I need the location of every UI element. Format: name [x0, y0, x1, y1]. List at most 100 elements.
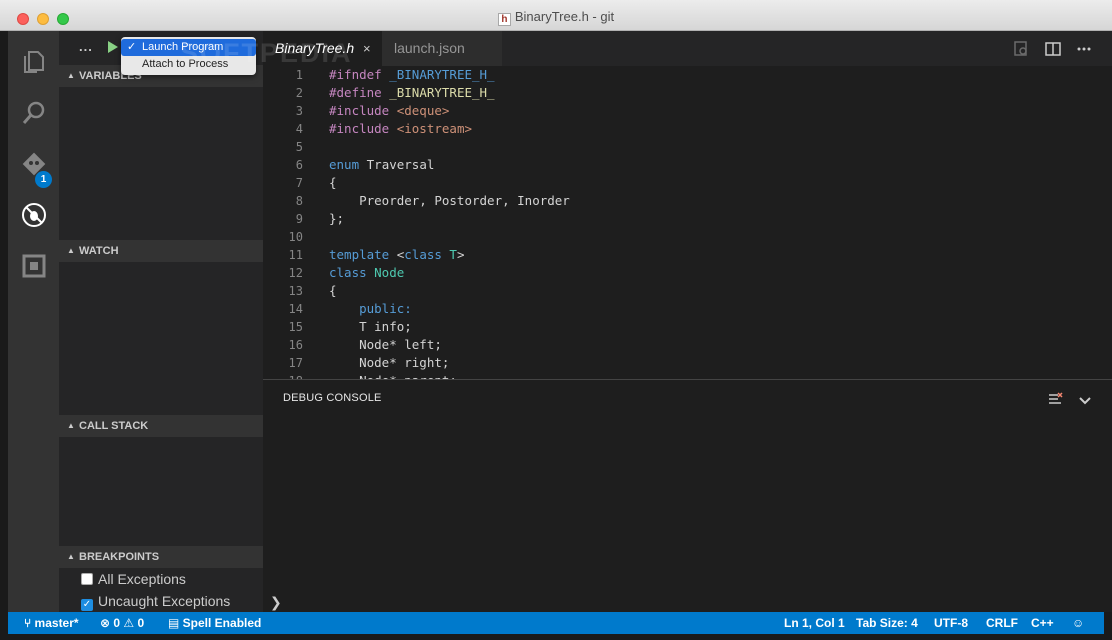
code-text: #include <deque>: [329, 102, 449, 120]
extensions-button[interactable]: [8, 240, 59, 290]
collapse-caret-icon: ▲: [67, 552, 75, 561]
code-line[interactable]: 18 Node* parent;: [263, 372, 1112, 379]
watch-section-header[interactable]: ▲ WATCH: [59, 240, 263, 262]
clear-console-icon[interactable]: [1047, 392, 1063, 408]
tab-size[interactable]: Tab Size: 4: [856, 612, 918, 634]
code-line[interactable]: 11 template <class T>: [263, 246, 1112, 264]
chevron-down-icon[interactable]: [1077, 392, 1093, 408]
code-line[interactable]: 1 #ifndef _BINARYTREE_H_: [263, 66, 1112, 84]
warning-count: 0: [137, 616, 145, 630]
error-count: 0: [113, 616, 121, 630]
line-number: 5: [295, 140, 303, 154]
editor-tabs: BinaryTree.h × launch.json: [263, 31, 1112, 66]
tab-launch-json[interactable]: launch.json: [382, 31, 502, 66]
code-text: T info;: [329, 318, 412, 336]
code-token: #define: [329, 85, 390, 100]
breakpoint-checkbox[interactable]: [81, 573, 93, 585]
code-text: #ifndef _BINARYTREE_H_: [329, 66, 495, 84]
line-ending[interactable]: CRLF: [986, 612, 1018, 634]
code-token: Node* right;: [329, 355, 450, 370]
code-line[interactable]: 13 {: [263, 282, 1112, 300]
code-line[interactable]: 15 T info;: [263, 318, 1112, 336]
search-button[interactable]: [8, 87, 59, 137]
window-frame-bottom: [0, 634, 1112, 640]
language-mode[interactable]: C++: [1031, 612, 1054, 634]
window-title-text: BinaryTree.h - git: [514, 9, 615, 24]
console-prompt-icon[interactable]: ❯: [270, 594, 282, 611]
call-stack-section-header[interactable]: ▲ CALL STACK: [59, 415, 263, 437]
code-line[interactable]: 8 Preorder, Postorder, Inorder: [263, 192, 1112, 210]
explorer-icon: [24, 51, 44, 73]
code-token: Preorder, Postorder, Inorder: [329, 193, 570, 208]
code-token: _BINARYTREE_H_: [389, 67, 495, 82]
window-title: h BinaryTree.h - git: [0, 9, 1112, 26]
line-number: 13: [288, 284, 303, 298]
more-actions-button[interactable]: ...: [79, 39, 93, 54]
watermark: SOFTPEDIA: [180, 38, 353, 68]
code-text: #include <iostream>: [329, 120, 472, 138]
header-file-icon: h: [497, 13, 511, 26]
split-editor-icon[interactable]: [1044, 40, 1062, 58]
code-line[interactable]: 17 Node* right;: [263, 354, 1112, 372]
cursor-position[interactable]: Ln 1, Col 1: [784, 612, 845, 634]
code-line[interactable]: 4 #include <iostream>: [263, 120, 1112, 138]
code-line[interactable]: 10: [263, 228, 1112, 246]
breakpoints-section-header[interactable]: ▲ BREAKPOINTS: [59, 546, 263, 568]
code-text: {: [329, 282, 337, 300]
feedback-smiley-icon[interactable]: ☺: [1072, 612, 1084, 634]
spell-check-status[interactable]: ▤ Spell Enabled: [168, 612, 261, 634]
extensions-icon: [22, 254, 46, 278]
line-number: 8: [295, 194, 303, 208]
code-text: Node* left;: [329, 336, 442, 354]
start-debugging-icon[interactable]: [108, 41, 118, 53]
code-token: class: [329, 265, 375, 280]
collapse-caret-icon: ▲: [67, 71, 75, 80]
line-number: 6: [295, 158, 303, 172]
line-number: 15: [288, 320, 303, 334]
code-token: T: [449, 247, 457, 262]
problems-indicator[interactable]: ⊗ 0 ⚠ 0: [100, 612, 144, 634]
code-text: };: [329, 210, 344, 228]
close-tab-icon[interactable]: ×: [363, 31, 371, 66]
line-number: 3: [295, 104, 303, 118]
breakpoint-checkbox[interactable]: ✓: [81, 599, 93, 611]
code-text: #define _BINARYTREE_H_: [329, 84, 495, 102]
spell-label: Spell Enabled: [182, 616, 262, 630]
code-line[interactable]: 9};: [263, 210, 1112, 228]
code-line[interactable]: 12 class Node: [263, 264, 1112, 282]
code-token: #include: [329, 121, 397, 136]
breakpoint-item[interactable]: All Exceptions: [81, 569, 186, 589]
code-text: template <class T>: [329, 246, 464, 264]
line-number: 2: [295, 86, 303, 100]
branch-indicator[interactable]: ⑂ master*: [24, 612, 79, 634]
code-token: T info;: [329, 319, 412, 334]
code-line[interactable]: 2 #define _BINARYTREE_H_: [263, 84, 1112, 102]
code-text: Node* right;: [329, 354, 449, 372]
encoding[interactable]: UTF-8: [934, 612, 968, 634]
code-line[interactable]: 5: [263, 138, 1112, 156]
spell-icon: ▤: [168, 616, 183, 630]
open-changes-icon[interactable]: [1012, 40, 1030, 58]
code-line[interactable]: 14 public:: [263, 300, 1112, 318]
tab-label: launch.json: [394, 40, 465, 56]
code-line[interactable]: 6 enum Traversal: [263, 156, 1112, 174]
code-line[interactable]: 3 #include <deque>: [263, 102, 1112, 120]
breakpoint-item[interactable]: ✓ Uncaught Exceptions: [81, 591, 230, 611]
window-frame-left: [0, 31, 8, 640]
line-number: 4: [295, 122, 303, 136]
source-control-button[interactable]: 1: [8, 138, 59, 188]
code-line[interactable]: 16 Node* left;: [263, 336, 1112, 354]
code-editor[interactable]: 1 #ifndef _BINARYTREE_H_ 2 #define _BINARYT…: [263, 66, 1112, 379]
code-token: template: [329, 247, 397, 262]
debug-button[interactable]: [8, 189, 59, 239]
git-badge: 1: [35, 171, 52, 188]
more-icon[interactable]: [1075, 40, 1093, 58]
collapse-caret-icon: ▲: [67, 421, 75, 430]
code-token: Node* left;: [329, 337, 442, 352]
explorer-button[interactable]: [8, 36, 59, 86]
code-line[interactable]: 7{: [263, 174, 1112, 192]
code-token: _BINARYTREE_H_: [389, 85, 495, 100]
call-stack-title: CALL STACK: [79, 420, 149, 432]
code-token: enum: [329, 157, 367, 172]
line-number: 10: [288, 230, 303, 244]
